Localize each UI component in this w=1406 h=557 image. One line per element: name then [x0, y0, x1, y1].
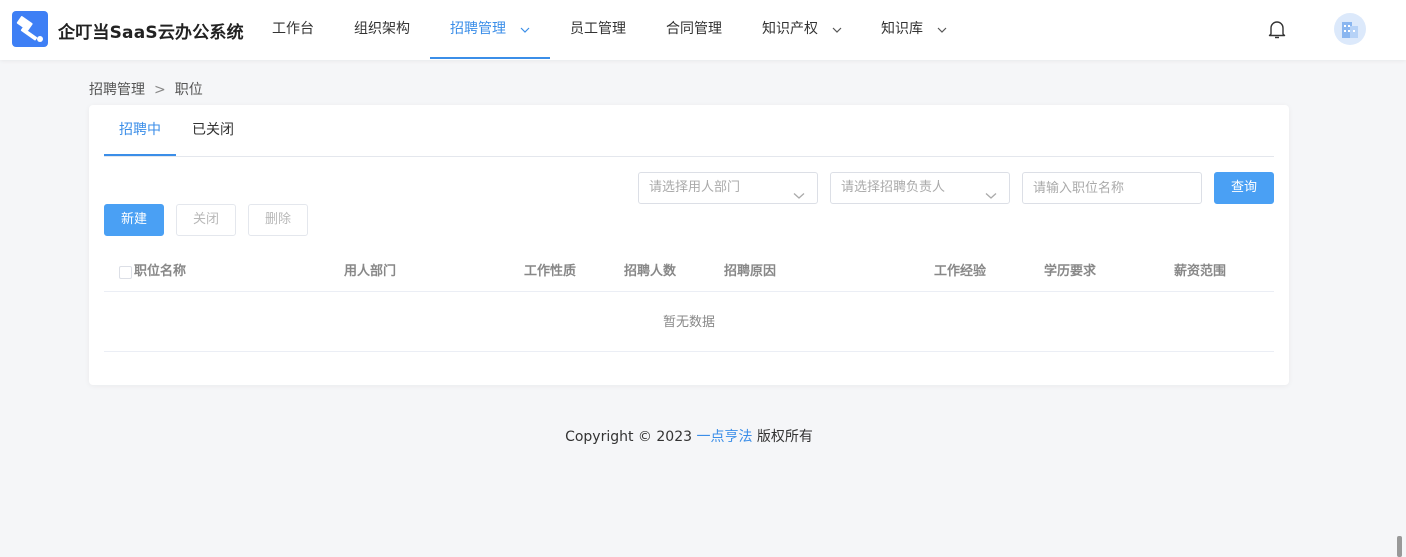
column-header-reason: 招聘原因 — [724, 264, 777, 279]
column-header-experience: 工作经验 — [934, 264, 987, 279]
recruiter-select[interactable]: 请选择招聘负责人 — [830, 172, 1010, 204]
top-header: 企叮当SaaS云办公系统 工作台 组织架构 招聘管理 员工管理 合同管理 知识产… — [0, 0, 1406, 60]
query-button[interactable]: 查询 — [1214, 172, 1274, 204]
chevron-down-icon — [937, 0, 947, 58]
page-scrollbar[interactable] — [1397, 536, 1402, 557]
footer-prefix: Copyright © 2023 — [565, 429, 697, 445]
nav-label: 组织架构 — [354, 21, 410, 37]
chevron-down-icon — [985, 182, 997, 212]
breadcrumb: 招聘管理 > 职位 — [89, 79, 203, 99]
footer-copyright: Copyright © 2023 一点亨法 版权所有 — [0, 426, 1378, 446]
column-header-salary: 薪资范围 — [1174, 264, 1227, 279]
nav-item-contracts[interactable]: 合同管理 — [666, 0, 722, 58]
tabs-divider — [104, 156, 1274, 157]
nav-label: 知识产权 — [762, 21, 818, 37]
table-bottom-divider — [104, 351, 1274, 352]
chevron-down-icon — [832, 0, 842, 58]
table-header-divider — [104, 291, 1274, 292]
close-button[interactable]: 关闭 — [176, 204, 236, 236]
nav-label: 员工管理 — [570, 21, 626, 37]
new-button[interactable]: 新建 — [104, 204, 164, 236]
table-empty-text: 暂无数据 — [662, 315, 715, 330]
building-avatar-icon[interactable] — [1334, 13, 1366, 45]
nav-active-indicator — [430, 57, 550, 59]
column-header-position-name: 职位名称 — [134, 264, 187, 279]
tab-recruiting[interactable]: 招聘中 — [119, 105, 161, 155]
select-all-checkbox[interactable] — [119, 266, 132, 279]
bell-icon[interactable] — [1267, 19, 1287, 41]
breadcrumb-separator: > — [154, 82, 166, 98]
nav-label: 合同管理 — [666, 21, 722, 37]
nav-item-workbench[interactable]: 工作台 — [272, 0, 314, 58]
delete-button[interactable]: 删除 — [248, 204, 308, 236]
chevron-down-icon — [793, 182, 805, 212]
breadcrumb-current: 职位 — [174, 82, 203, 98]
column-header-department: 用人部门 — [344, 264, 397, 279]
nav-label: 知识库 — [881, 21, 923, 37]
nav-item-knowledge-base[interactable]: 知识库 — [881, 0, 947, 58]
nav-label: 招聘管理 — [450, 21, 506, 37]
nav-item-ip[interactable]: 知识产权 — [762, 0, 842, 58]
position-name-input[interactable] — [1022, 172, 1202, 204]
nav-label: 工作台 — [272, 21, 314, 37]
department-select-placeholder: 请选择用人部门 — [649, 180, 741, 195]
nav-item-employees[interactable]: 员工管理 — [570, 0, 626, 58]
tab-closed[interactable]: 已关闭 — [192, 105, 234, 155]
column-header-job-type: 工作性质 — [524, 264, 577, 279]
footer-company-link[interactable]: 一点亨法 — [696, 429, 752, 445]
nav-item-organization[interactable]: 组织架构 — [354, 0, 410, 58]
breadcrumb-parent[interactable]: 招聘管理 — [89, 82, 145, 98]
app-title: 企叮当SaaS云办公系统 — [58, 23, 244, 43]
recruiter-select-placeholder: 请选择招聘负责人 — [841, 180, 946, 195]
position-list-card: 招聘中 已关闭 请选择用人部门 请选择招聘负责人 查询 新建 关闭 删除 职位名… — [89, 105, 1289, 385]
nav-item-recruitment[interactable]: 招聘管理 — [450, 0, 530, 58]
chevron-down-icon — [520, 0, 530, 58]
footer-suffix: 版权所有 — [752, 429, 813, 445]
column-header-education: 学历要求 — [1044, 264, 1097, 279]
column-header-headcount: 招聘人数 — [624, 264, 677, 279]
hammer-logo-icon — [12, 11, 48, 47]
department-select[interactable]: 请选择用人部门 — [638, 172, 818, 204]
